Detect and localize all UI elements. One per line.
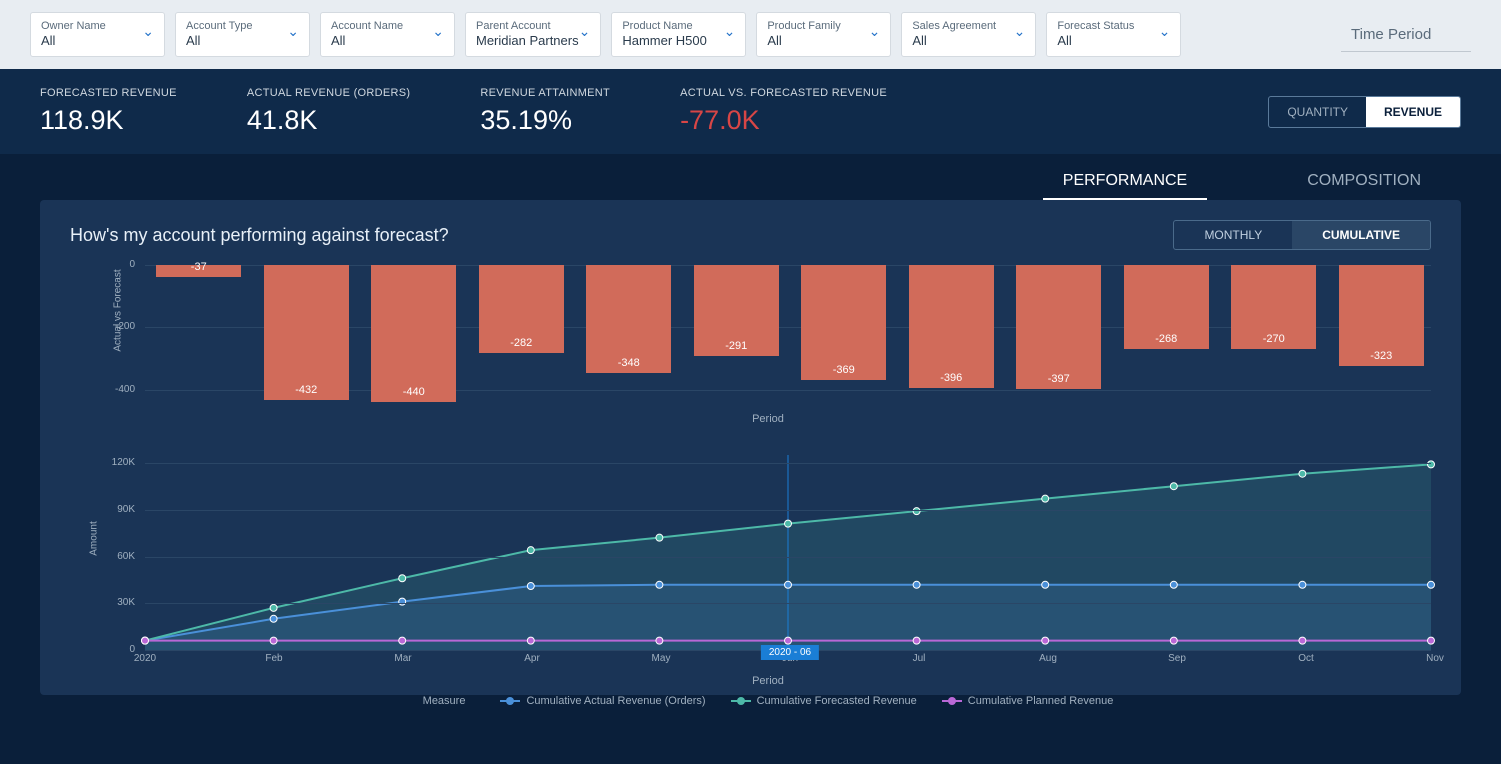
main-area: PERFORMANCE COMPOSITION How's my account… (0, 154, 1501, 715)
chevron-down-icon: ⌄ (869, 23, 881, 40)
bar-1[interactable]: -432 (264, 265, 349, 399)
bar-9[interactable]: -268 (1124, 265, 1209, 348)
data-point[interactable] (913, 637, 920, 644)
data-point[interactable] (399, 637, 406, 644)
data-point[interactable] (1299, 581, 1306, 588)
bar-4[interactable]: -348 (586, 265, 671, 373)
chevron-down-icon: ⌄ (1014, 23, 1026, 40)
bar-5[interactable]: -291 (694, 265, 779, 356)
kpi-label: ACTUAL VS. FORECASTED REVENUE (680, 87, 887, 99)
data-point[interactable] (1042, 637, 1049, 644)
chart-title: How's my account performing against fore… (70, 225, 449, 246)
bar-8[interactable]: -397 (1016, 265, 1101, 389)
data-point[interactable] (270, 615, 277, 622)
data-point[interactable] (656, 637, 663, 644)
chevron-down-icon: ⌄ (579, 23, 591, 40)
chart-panel: How's my account performing against fore… (40, 200, 1461, 695)
kpi-value: 41.8K (247, 105, 411, 136)
data-point[interactable] (1042, 581, 1049, 588)
data-point[interactable] (527, 583, 534, 590)
chevron-down-icon: ⌄ (1159, 23, 1171, 40)
data-point[interactable] (1299, 470, 1306, 477)
data-point[interactable] (270, 637, 277, 644)
data-point[interactable] (785, 637, 792, 644)
filter-sales-agreement[interactable]: Sales AgreementAll⌄ (901, 12, 1036, 57)
marker-badge: 2020 - 06 (761, 645, 819, 660)
cumulative-button[interactable]: CUMULATIVE (1292, 221, 1430, 249)
data-point[interactable] (656, 581, 663, 588)
time-period-filter[interactable]: Time Period (1341, 18, 1471, 52)
kpi-bar: FORECASTED REVENUE 118.9K ACTUAL REVENUE… (0, 69, 1501, 154)
data-point[interactable] (399, 575, 406, 582)
data-point[interactable] (527, 547, 534, 554)
chart-header: How's my account performing against fore… (70, 220, 1431, 250)
bar-11[interactable]: -323 (1339, 265, 1424, 365)
legend-title: Measure (423, 695, 466, 707)
kpi-value: 118.9K (40, 105, 177, 136)
chevron-down-icon: ⌄ (724, 23, 736, 40)
legend: Measure Cumulative Actual Revenue (Order… (105, 695, 1431, 707)
chevron-down-icon: ⌄ (432, 23, 444, 40)
data-point[interactable] (913, 581, 920, 588)
kpi-actual-vs-forecast: ACTUAL VS. FORECASTED REVENUE -77.0K (680, 87, 887, 136)
monthly-button[interactable]: MONTHLY (1174, 221, 1292, 249)
kpi-label: FORECASTED REVENUE (40, 87, 177, 99)
kpi-label: REVENUE ATTAINMENT (480, 87, 610, 99)
filter-account-type[interactable]: Account TypeAll⌄ (175, 12, 310, 57)
bar-7[interactable]: -396 (909, 265, 994, 388)
kpi-actual-revenue: ACTUAL REVENUE (ORDERS) 41.8K (247, 87, 411, 136)
kpi-forecasted-revenue: FORECASTED REVENUE 118.9K (40, 87, 177, 136)
period-label: Period (105, 675, 1431, 687)
data-point[interactable] (142, 637, 149, 644)
data-point[interactable] (527, 637, 534, 644)
data-point[interactable] (785, 581, 792, 588)
filter-product-family[interactable]: Product FamilyAll⌄ (756, 12, 891, 57)
bar-0[interactable]: -37 (156, 265, 241, 277)
filter-bar: Owner NameAll⌄Account TypeAll⌄Account Na… (0, 0, 1501, 69)
data-point[interactable] (1042, 495, 1049, 502)
data-point[interactable] (656, 534, 663, 541)
kpi-label: ACTUAL REVENUE (ORDERS) (247, 87, 411, 99)
line-y-label: Amount (89, 521, 100, 555)
kpi-value: 35.19% (480, 105, 610, 136)
line-chart: Amount 030K60K90K120K 2020FebMarAprMayJu… (105, 455, 1431, 680)
data-point[interactable] (270, 605, 277, 612)
data-point[interactable] (1428, 637, 1435, 644)
legend-actual: Cumulative Actual Revenue (Orders) (500, 695, 705, 707)
view-toggle: MONTHLY CUMULATIVE (1173, 220, 1431, 250)
legend-forecast: Cumulative Forecasted Revenue (731, 695, 917, 707)
kpi-revenue-attainment: REVENUE ATTAINMENT 35.19% (480, 87, 610, 136)
tab-composition[interactable]: COMPOSITION (1287, 164, 1441, 200)
data-point[interactable] (1170, 581, 1177, 588)
unit-toggle: QUANTITY REVENUE (1268, 96, 1461, 128)
tabs: PERFORMANCE COMPOSITION (0, 154, 1501, 200)
chevron-down-icon: ⌄ (142, 23, 154, 40)
filter-product-name[interactable]: Product NameHammer H500⌄ (611, 12, 746, 57)
filter-owner-name[interactable]: Owner NameAll⌄ (30, 12, 165, 57)
data-point[interactable] (1299, 637, 1306, 644)
filter-forecast-status[interactable]: Forecast StatusAll⌄ (1046, 12, 1181, 57)
kpi-value: -77.0K (680, 105, 887, 136)
data-point[interactable] (1428, 581, 1435, 588)
chevron-down-icon: ⌄ (287, 23, 299, 40)
data-point[interactable] (785, 520, 792, 527)
legend-planned: Cumulative Planned Revenue (942, 695, 1114, 707)
bar-6[interactable]: -369 (801, 265, 886, 380)
bar-10[interactable]: -270 (1231, 265, 1316, 349)
data-point[interactable] (1170, 637, 1177, 644)
tab-performance[interactable]: PERFORMANCE (1043, 164, 1207, 200)
period-label: Period (105, 413, 1431, 425)
filter-parent-account[interactable]: Parent AccountMeridian Partners⌄ (465, 12, 601, 57)
filter-account-name[interactable]: Account NameAll⌄ (320, 12, 455, 57)
bar-chart: Actual vs Forecast 0-200-400 -37-432-440… (105, 265, 1431, 435)
revenue-button[interactable]: REVENUE (1366, 97, 1460, 127)
data-point[interactable] (1170, 483, 1177, 490)
bar-2[interactable]: -440 (371, 265, 456, 402)
bar-3[interactable]: -282 (479, 265, 564, 353)
quantity-button[interactable]: QUANTITY (1269, 97, 1366, 127)
